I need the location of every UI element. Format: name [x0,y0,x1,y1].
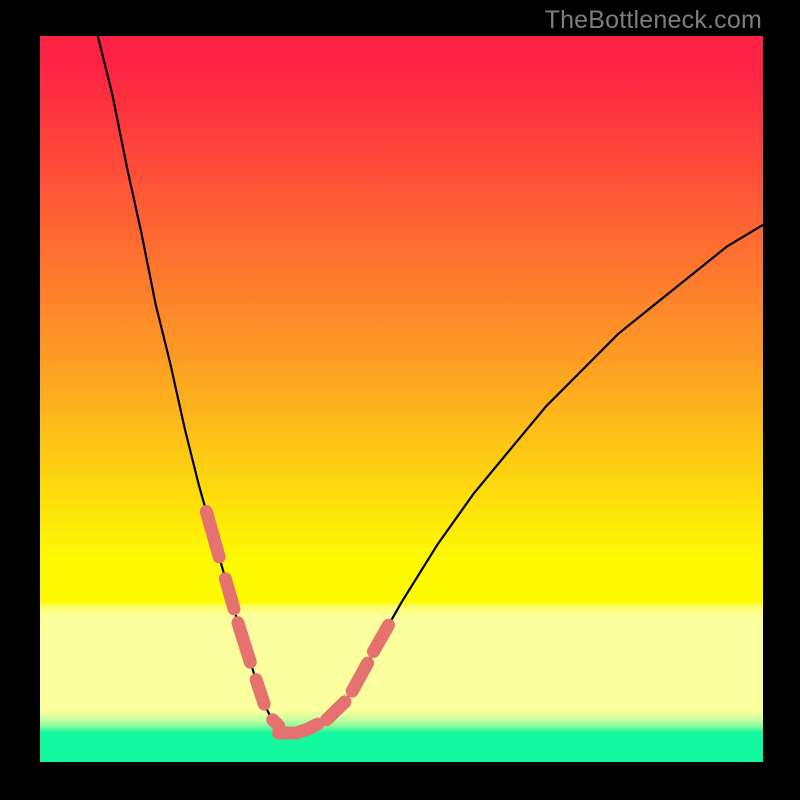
highlight-segment [374,625,389,651]
curve-right-branch [286,225,763,733]
highlight-segment [225,579,234,609]
highlight-segment [352,663,367,691]
highlight-segment [238,623,250,663]
highlight-segment [296,729,308,733]
highlight-segments [206,512,388,734]
chart-container: TheBottleneck.com [0,0,800,800]
highlight-segment [206,512,219,557]
watermark-text: TheBottleneck.com [545,6,762,35]
highlight-segment [256,680,264,704]
curve-left-branch [98,36,286,733]
chart-curves [40,36,763,762]
highlight-segment [273,720,279,726]
highlight-segment [313,726,315,727]
highlight-segment [327,702,345,720]
